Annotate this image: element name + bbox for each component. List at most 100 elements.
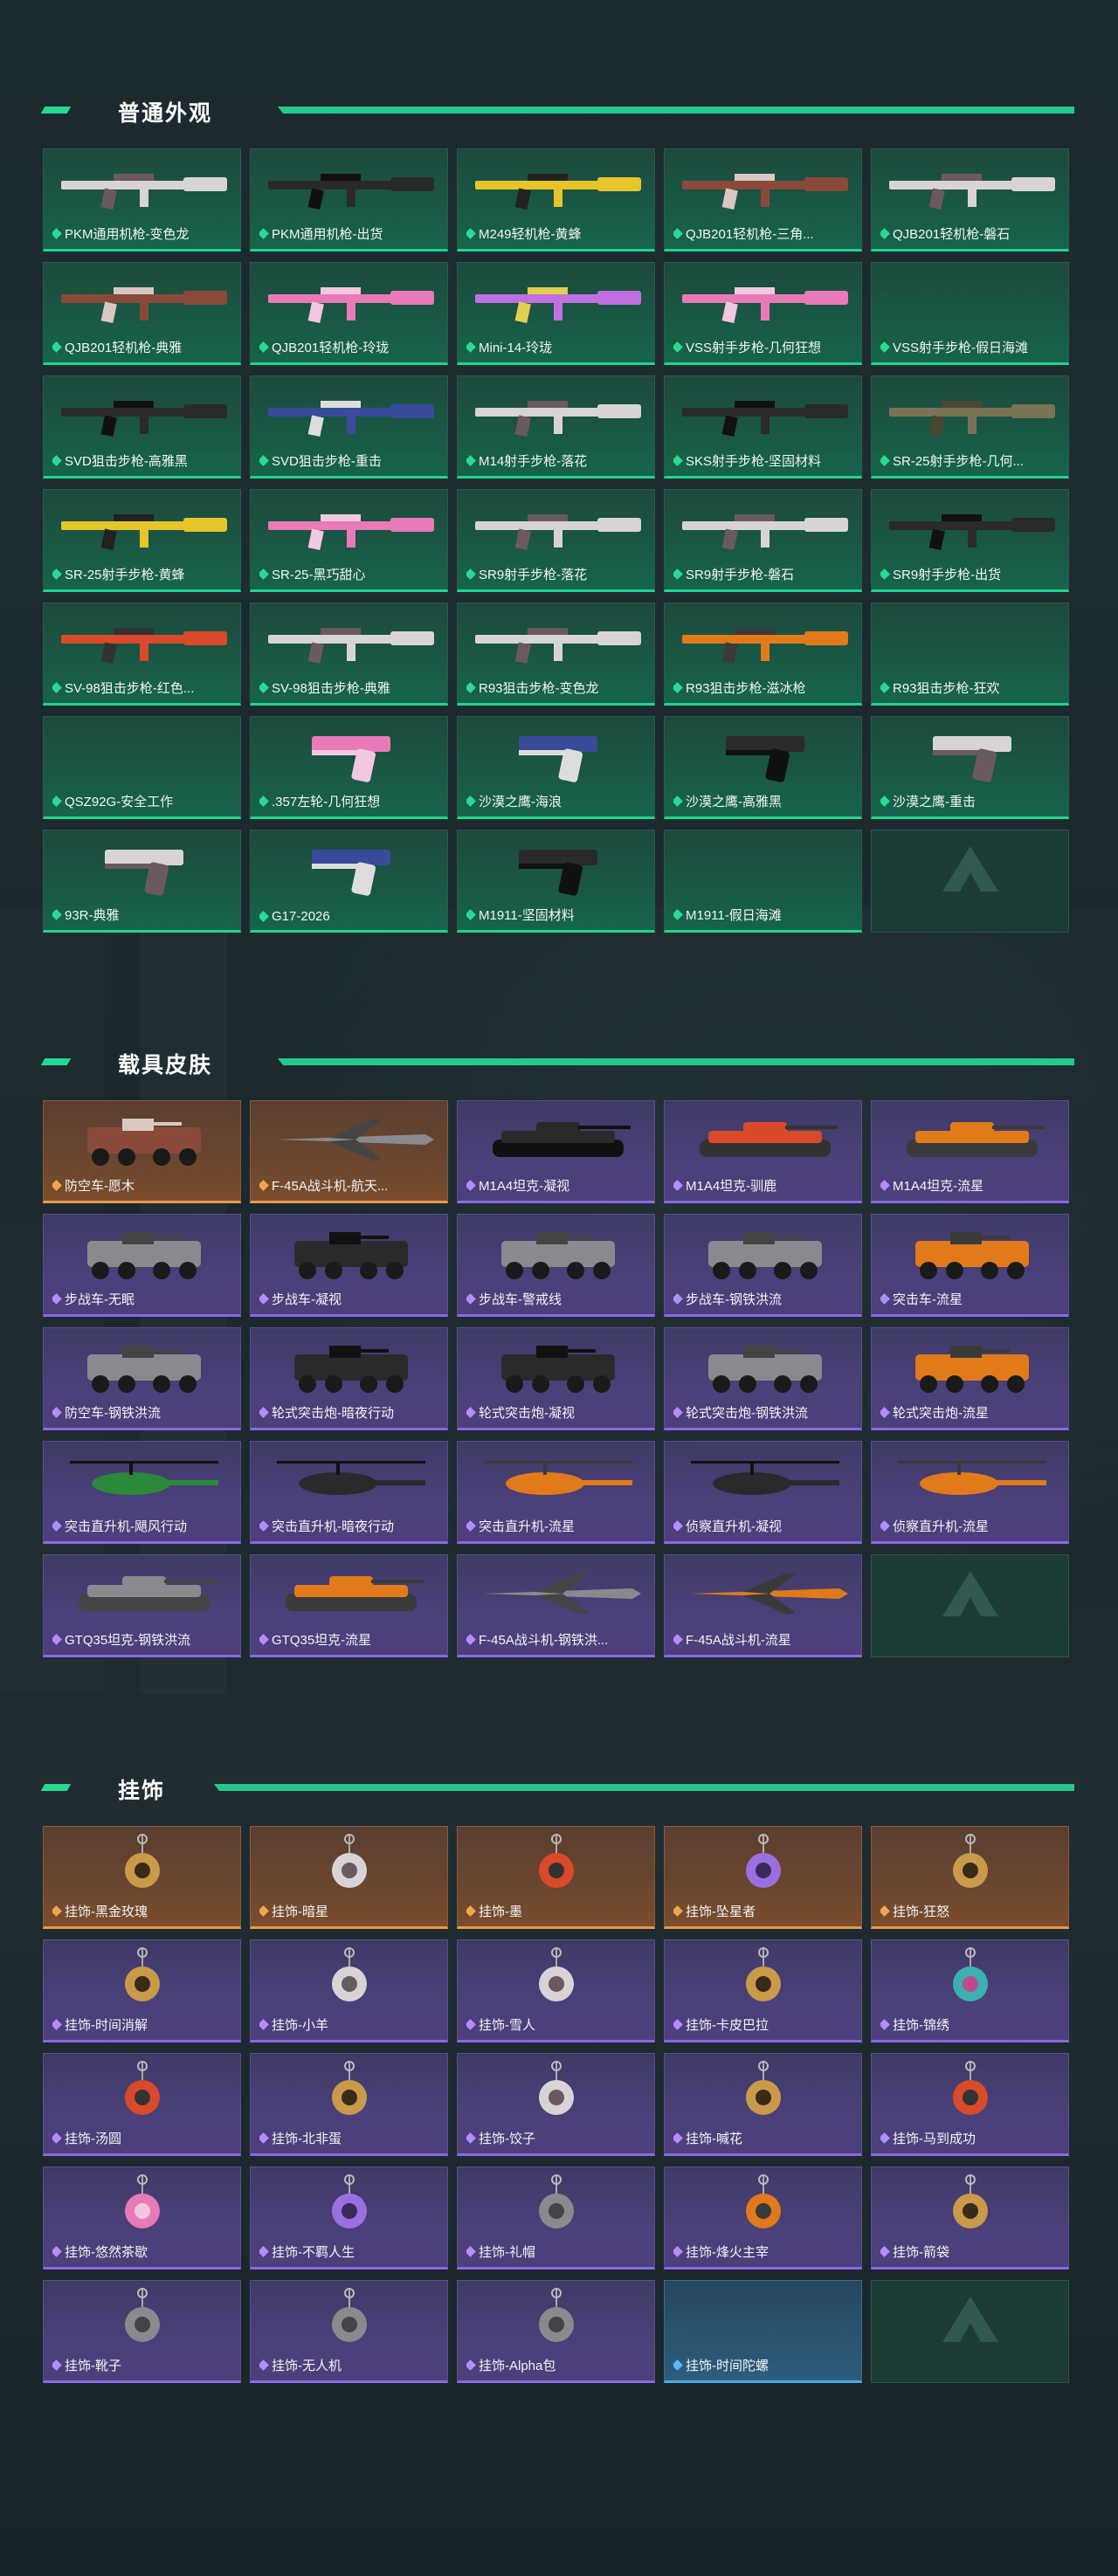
apc-image [294,1346,408,1393]
rarity-diamond-icon [466,2359,476,2371]
item-card[interactable]: 轮式突击炮-流星 [871,1327,1069,1430]
item-card[interactable]: 挂饰-小羊 [250,1939,448,2042]
item-card[interactable]: 轮式突击炮-凝视 [457,1327,655,1430]
item-card[interactable]: 挂饰-喊花 [664,2053,862,2156]
item-card[interactable]: 挂饰-Alpha包 [457,2280,655,2383]
item-card[interactable]: 挂饰-汤圆 [43,2053,241,2156]
rarity-diamond-icon [259,911,269,922]
item-card[interactable]: SR-25射手步枪-几何... [871,375,1069,479]
item-card[interactable]: 挂饰-靴子 [43,2280,241,2383]
item-card[interactable]: M1911-假日海滩 [664,830,862,933]
item-card[interactable]: 沙漠之鹰-重击 [871,716,1069,819]
item-card[interactable]: 沙漠之鹰-海浪 [457,716,655,819]
item-card[interactable]: SR-25-黑巧甜心 [250,489,448,592]
item-art [880,497,1059,558]
item-card[interactable]: SR-25射手步枪-黄蜂 [43,489,241,592]
item-card[interactable]: 挂饰-时间消解 [43,1939,241,2042]
item-card[interactable]: F-45A战斗机-流星 [664,1554,862,1657]
item-card[interactable]: 挂饰-狂怒 [871,1826,1069,1929]
item-card[interactable]: 突击直升机-流星 [457,1441,655,1544]
item-card[interactable]: QSZ92G-安全工作 [43,716,241,819]
item-card[interactable]: F-45A战斗机-钢铁洪... [457,1554,655,1657]
item-art [880,1562,1059,1623]
item-art [259,2288,438,2349]
item-card[interactable]: 防空车-愿木 [43,1100,241,1203]
item-card[interactable]: G17-2026 [250,830,448,933]
item-card[interactable]: 93R-典雅 [43,830,241,933]
item-card[interactable]: 侦察直升机-流星 [871,1441,1069,1544]
item-card[interactable]: 防空车-钢铁洪流 [43,1327,241,1430]
item-card[interactable]: F-45A战斗机-航天... [250,1100,448,1203]
item-card[interactable]: 挂饰-卡皮巴拉 [664,1939,862,2042]
item-card[interactable]: 挂饰-北非蛋 [250,2053,448,2156]
item-card[interactable]: QJB201轻机枪-磐石 [871,148,1069,251]
item-card[interactable]: PKM通用机枪-变色龙 [43,148,241,251]
item-card[interactable]: VSS射手步枪-几何狂想 [664,262,862,365]
rarity-diamond-icon [52,1180,62,1191]
item-card[interactable]: R93狙击步枪-滋冰枪 [664,603,862,706]
rarity-diamond-icon [673,1634,683,1645]
item-card[interactable]: QJB201轻机枪-玲珑 [250,262,448,365]
rarity-diamond-icon [466,1180,476,1191]
item-card[interactable]: QJB201轻机枪-三角... [664,148,862,251]
item-card[interactable]: 挂饰-锦绣 [871,1939,1069,2042]
item-card[interactable]: M1A4坦克-凝视 [457,1100,655,1203]
item-card[interactable]: 挂饰-不羁人生 [250,2166,448,2269]
item-card[interactable]: GTQ35坦克-钢铁洪流 [43,1554,241,1657]
item-card[interactable]: SR9射手步枪-落花 [457,489,655,592]
item-card[interactable]: VSS射手步枪-假日海滩 [871,262,1069,365]
item-card[interactable]: M1A4坦克-流星 [871,1100,1069,1203]
item-card[interactable]: 挂饰-烽火主宰 [664,2166,862,2269]
item-card[interactable]: 挂饰-马到成功 [871,2053,1069,2156]
helicopter-image [898,1461,1046,1495]
item-card[interactable]: Mini-14-玲珑 [457,262,655,365]
item-card[interactable]: GTQ35坦克-流星 [250,1554,448,1657]
item-card[interactable]: 轮式突击炮-钢铁洪流 [664,1327,862,1430]
item-card[interactable]: 挂饰-饺子 [457,2053,655,2156]
pistol-image [519,850,597,896]
item-card[interactable]: 挂饰-时间陀螺 [664,2280,862,2383]
rarity-diamond-icon [673,2359,683,2371]
item-card[interactable]: 步战车-钢铁洪流 [664,1214,862,1317]
item-card[interactable]: SR9射手步枪-磐石 [664,489,862,592]
item-card[interactable]: PKM通用机枪-出货 [250,148,448,251]
item-card[interactable]: .357左轮-几何狂想 [250,716,448,819]
item-card[interactable]: M14射手步枪-落花 [457,375,655,479]
item-card[interactable]: 挂饰-悠然茶歇 [43,2166,241,2269]
item-card[interactable]: 沙漠之鹰-高雅黑 [664,716,862,819]
item-card[interactable]: 挂饰-坠星者 [664,1826,862,1929]
item-card[interactable]: 突击直升机-飓风行动 [43,1441,241,1544]
rarity-diamond-icon [466,1293,476,1305]
item-card[interactable]: 突击车-流星 [871,1214,1069,1317]
item-card[interactable]: 步战车-凝视 [250,1214,448,1317]
item-card[interactable]: R93狙击步枪-变色龙 [457,603,655,706]
item-card[interactable]: SV-98狙击步枪-典雅 [250,603,448,706]
item-card[interactable]: SKS射手步枪-坚固材料 [664,375,862,479]
rarity-diamond-icon [52,682,62,693]
item-card[interactable]: R93狙击步枪-狂欢 [871,603,1069,706]
item-card[interactable]: M1911-坚固材料 [457,830,655,933]
item-card[interactable]: 侦察直升机-凝视 [664,1441,862,1544]
item-card[interactable]: 步战车-警戒线 [457,1214,655,1317]
item-card[interactable]: 挂饰-雪人 [457,1939,655,2042]
item-card[interactable]: 挂饰-暗星 [250,1826,448,1929]
item-card[interactable]: SR9射手步枪-出货 [871,489,1069,592]
item-card[interactable]: 挂饰-黑金玫瑰 [43,1826,241,1929]
item-card[interactable]: SV-98狙击步枪-红色... [43,603,241,706]
item-card[interactable]: 轮式突击炮-暗夜行动 [250,1327,448,1430]
rarity-diamond-icon [880,1293,890,1305]
item-card[interactable]: M1A4坦克-驯鹿 [664,1100,862,1203]
item-card[interactable]: 挂饰-无人机 [250,2280,448,2383]
charm-image [539,1834,574,1888]
item-card[interactable]: 步战车-无眠 [43,1214,241,1317]
item-card[interactable]: QJB201轻机枪-典雅 [43,262,241,365]
item-card[interactable]: 挂饰-箭袋 [871,2166,1069,2269]
item-card[interactable]: SVD狙击步枪-高雅黑 [43,375,241,479]
item-card[interactable]: M249轻机枪-黄蜂 [457,148,655,251]
rarity-diamond-icon [52,909,62,920]
item-card[interactable]: 挂饰-礼帽 [457,2166,655,2269]
item-card[interactable]: 突击直升机-暗夜行动 [250,1441,448,1544]
item-card[interactable]: SVD狙击步枪-重击 [250,375,448,479]
item-label: 沙漠之鹰-重击 [893,795,976,809]
item-card[interactable]: 挂饰-墨 [457,1826,655,1929]
